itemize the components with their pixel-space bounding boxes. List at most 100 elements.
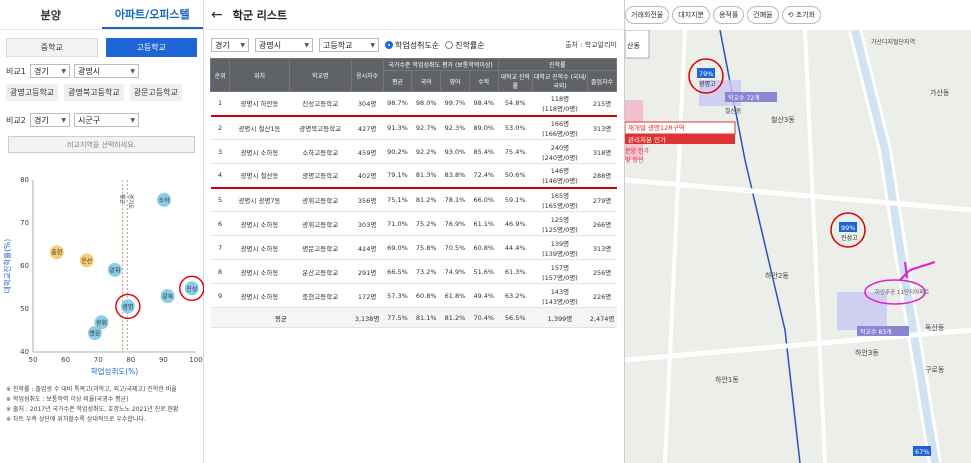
- compare-hint[interactable]: 비교지역을 선택하세요.: [8, 136, 195, 153]
- cell-univ-count: 118명 (118명/0명): [532, 91, 588, 117]
- sort-achievement-radio[interactable]: 학업성취도순: [385, 40, 439, 51]
- compare1-city-value: 광명시: [78, 66, 101, 76]
- chevron-down-icon: ▼: [240, 41, 245, 49]
- scatter-chart-svg: 50 60 70 80 90 1004050607080평균 경기도진성광북소하광명광휘광휘…: [2, 176, 205, 376]
- y-tick-label: 80: [20, 176, 29, 184]
- map-label: 하안2동: [765, 271, 789, 280]
- map-canvas[interactable]: 산동 재개발 광명12R구역 관리처분 인가 분양 인가 및 정산 학교수 72…: [625, 30, 971, 463]
- city-select[interactable]: 광명시 ▼: [255, 38, 313, 52]
- cell-univ-rate: 63.2%: [498, 283, 533, 308]
- compare2-region-select[interactable]: 경기 ▼: [30, 113, 70, 127]
- cell-school-name: 진성고등학교: [289, 91, 352, 117]
- cell-location: 광명시 소하동: [229, 259, 290, 284]
- note: ※ 출처 : 2017년 국가수준 학업성취도, 호갱노노 2021년 진로 현…: [6, 406, 179, 413]
- sort-admission-radio[interactable]: 진학률순: [445, 40, 485, 51]
- school-level-select[interactable]: 고등학교 ▼: [319, 38, 379, 52]
- univ-count-value: 166명: [550, 119, 570, 128]
- land-share-button[interactable]: 대지지분: [672, 6, 710, 24]
- region-select[interactable]: 경기 ▼: [211, 38, 249, 52]
- note: ※ 학업성취도 : 보통학력 이상 비율(국영수 평균): [6, 396, 129, 403]
- note: ※ 진학률 : 졸업생 수 대비 특목고(과학고, 외고/국제고) 진학한 비율: [6, 386, 177, 393]
- table-row[interactable]: 4 광명시 철산동 광명고등학교 402명 79.1% 81.3% 83.8% 72.4% 50…: [210, 163, 617, 189]
- cell-rank: 7: [210, 235, 230, 260]
- school-chip[interactable]: 광명고등학교: [6, 84, 59, 101]
- col-rank[interactable]: 순위: [209, 58, 231, 92]
- settle-badge: 및 정산: [625, 156, 644, 164]
- y-axis-label: 대학교진학률(%): [2, 239, 12, 293]
- far-button[interactable]: 용적률: [712, 6, 745, 24]
- cell-univ-count: 143명 (143명/0명): [532, 283, 588, 308]
- chevron-down-icon: ▼: [130, 116, 135, 124]
- cell-graduates: 266명: [587, 211, 617, 236]
- table-row[interactable]: 2 광명시 철산1동 광명북고등학교 427명 91.3% 92.7% 92.3% 89.0%…: [210, 115, 617, 140]
- cell-korean: 98.0%: [411, 91, 441, 117]
- col-korean[interactable]: 국어: [411, 70, 442, 92]
- col-univ-rate[interactable]: 대학교 진학률: [497, 70, 533, 92]
- cell-location: 광명시 소하동: [229, 283, 290, 308]
- tab-middle-school[interactable]: 중학교: [6, 38, 98, 57]
- cell-location: 광명시 소하동: [229, 211, 290, 236]
- col-count[interactable]: 응시자수: [350, 58, 384, 92]
- cell-location: 광명시 철산1동: [229, 115, 290, 140]
- school-chip[interactable]: 광명북고등학교: [64, 84, 124, 101]
- table-row[interactable]: 3 광명시 소하동 소하고등학교 459명 90.2% 92.2% 93.0% 85.4% 75…: [210, 139, 617, 164]
- school-marker-pct[interactable]: 79%: [699, 70, 713, 78]
- avg-line-label: 경기도: [127, 194, 135, 209]
- col-english[interactable]: 영어: [440, 70, 470, 92]
- school-chip[interactable]: 광문고등학교: [129, 84, 182, 101]
- table-row[interactable]: 9 광명시 소하동 충현고등학교 172명 57.3% 60.8% 61.8% 49.4% 63…: [210, 283, 617, 308]
- tab-apartment[interactable]: 아파트/오피스텔: [101, 0, 203, 29]
- avg-count: 3,138명: [351, 307, 384, 328]
- approval-badge: 관리처분 인가: [628, 135, 666, 144]
- school-chips: 광명고등학교 광명북고등학교 광문고등학교: [0, 81, 203, 104]
- compare2-region-value: 경기: [34, 115, 49, 125]
- turnover-button[interactable]: 거래회전율: [625, 6, 670, 24]
- back-arrow-icon[interactable]: ←: [211, 7, 223, 23]
- tab-high-school[interactable]: 고등학교: [105, 38, 197, 57]
- region-value: 경기: [215, 40, 230, 50]
- scatter-chart: 50 60 70 80 90 100 40 50 60 70 80 평균 경기도 진성 광북 소하 광명 광휘 광휘…: [0, 172, 205, 382]
- cell-rank: 6: [210, 211, 230, 236]
- cell-korean: 81.3%: [411, 163, 441, 189]
- avg-english: 81.2%: [440, 307, 470, 328]
- avg-graduates: 2,474명: [587, 307, 617, 328]
- school-marker-pct[interactable]: 67%: [915, 448, 929, 456]
- cell-graduates: 279명: [587, 187, 617, 212]
- table-row[interactable]: 5 광명시 광명7동 광휘고등학교 356명 75.1% 81.2% 78.1% 66.0% 5…: [210, 187, 617, 212]
- table-row[interactable]: 6 광명시 소하동 광휘고등학교 303명 71.0% 75.2% 76.9% 61.1% 46…: [210, 211, 617, 236]
- col-location[interactable]: 위치: [229, 58, 290, 92]
- col-graduates[interactable]: 졸업자수: [587, 70, 617, 92]
- cell-english: 92.3%: [440, 115, 470, 140]
- compare1-region-value: 경기: [34, 66, 49, 76]
- univ-count-value: 240명: [550, 143, 570, 152]
- cell-korean: 75.8%: [411, 235, 441, 260]
- table-row[interactable]: 1 광명시 하안동 진성고등학교 304명 98.7% 98.0% 99.7% 98.4% 54…: [210, 91, 617, 117]
- univ-count-breakdown: (146명/0명): [542, 177, 578, 186]
- univ-count-breakdown: (166명/0명): [542, 129, 578, 138]
- col-math[interactable]: 수학: [468, 70, 499, 92]
- cell-univ-count: 146명 (146명/0명): [532, 163, 588, 189]
- tab-presale[interactable]: 분양: [0, 0, 102, 29]
- compare1-city-select[interactable]: 광명시 ▼: [74, 64, 139, 78]
- compare2-city-select[interactable]: 시군구 ▼: [74, 113, 139, 127]
- cell-math: 51.6%: [469, 259, 499, 284]
- compare1-region-select[interactable]: 경기 ▼: [30, 64, 70, 78]
- table-row[interactable]: 7 광명시 소하동 명문고등학교 424명 69.0% 75.8% 70.5% 60.8% 44…: [210, 235, 617, 260]
- univ-count-value: 157명: [550, 263, 570, 272]
- school-marker-pct[interactable]: 99%: [841, 224, 855, 232]
- page-title: 학군 리스트: [232, 8, 288, 22]
- source-text: 출처 : 학교알리미: [565, 41, 617, 49]
- bcr-button[interactable]: 건폐율: [747, 6, 779, 24]
- x-axis-label: 학업성취도(%): [91, 366, 139, 376]
- cell-graduates: 318명: [587, 139, 617, 164]
- cell-rank: 4: [210, 163, 230, 189]
- chart-point-label: 명문: [89, 330, 101, 338]
- cell-count: 427명: [351, 115, 384, 140]
- col-school-name[interactable]: 학교명: [288, 58, 352, 92]
- col-avg[interactable]: 평균: [382, 70, 413, 92]
- map-panel[interactable]: 거래회전율 대지지분 용적률 건폐율 ⟲ 초기화 산동 재개발 광명12R구역 …: [624, 0, 971, 463]
- col-univ-count[interactable]: 대학교 진학수 (국내/국외): [531, 70, 589, 92]
- table-row[interactable]: 8 광명시 소하동 운산고등학교 291명 66.5% 73.2% 74.9% 51.6% 61…: [210, 259, 617, 284]
- cell-rank: 2: [210, 115, 230, 140]
- reset-button[interactable]: ⟲ 초기화: [781, 6, 822, 24]
